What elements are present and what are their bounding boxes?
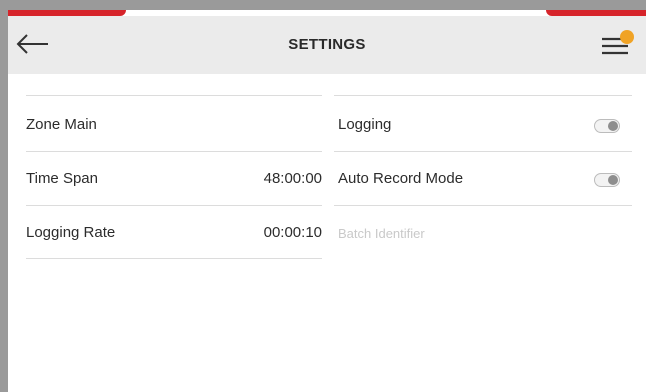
header-bar: SETTINGS [8,16,646,74]
divider [334,205,632,206]
page-title: SETTINGS [288,36,366,53]
auto-record-label: Auto Record Mode [338,170,464,187]
logging-label: Logging [338,116,392,133]
menu-icon[interactable] [598,30,636,60]
time-span-label: Time Span [26,170,98,187]
divider [26,151,322,152]
back-arrow-icon[interactable] [14,29,52,59]
notification-badge [620,30,634,44]
logging-rate-value[interactable]: 00:00:10 [222,224,322,241]
toggle-knob [608,121,618,131]
settings-screen: SETTINGS Zone Main Time Span 48:00:00 Lo… [8,10,646,392]
auto-record-toggle[interactable] [594,173,620,187]
settings-content: Zone Main Time Span 48:00:00 Logging Rat… [8,74,646,392]
zone-label[interactable]: Zone Main [26,116,97,133]
logging-toggle[interactable] [594,119,620,133]
divider [26,205,322,206]
divider [26,258,322,259]
toggle-knob [608,175,618,185]
time-span-value[interactable]: 48:00:00 [222,170,322,187]
divider [334,151,632,152]
logging-rate-label: Logging Rate [26,224,116,241]
divider [334,95,632,96]
batch-identifier-input[interactable]: Batch Identifier [338,226,425,241]
divider [26,95,322,96]
